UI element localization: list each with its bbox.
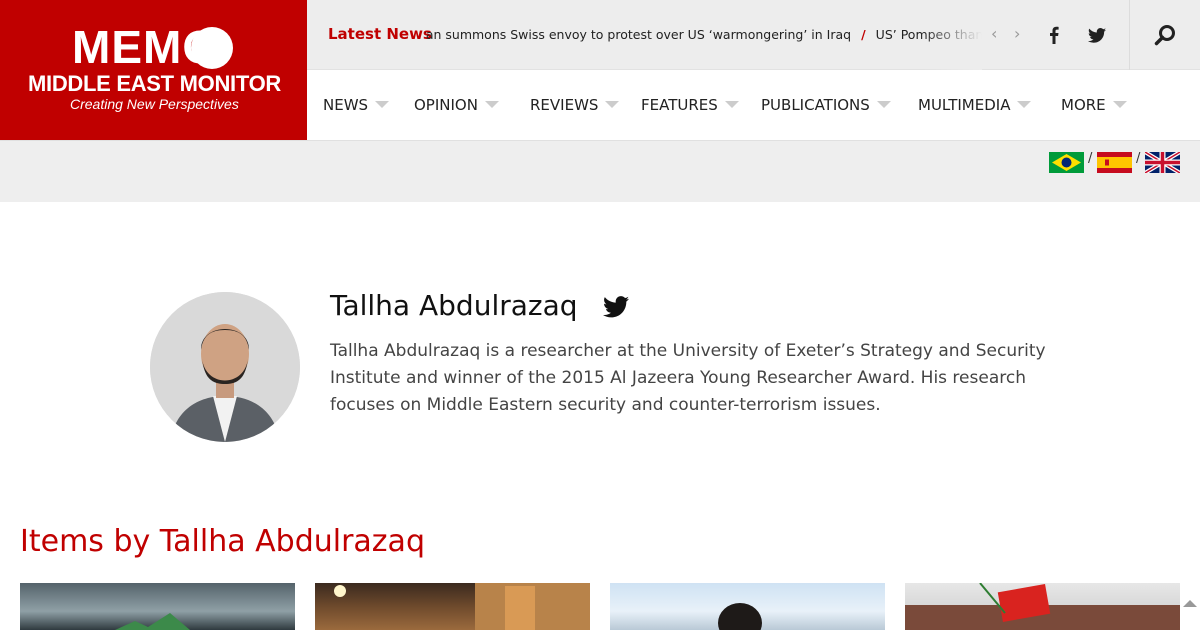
caret-down-icon (876, 101, 891, 108)
nav-item-label: REVIEWS (530, 96, 599, 114)
article-card-image[interactable] (905, 583, 1180, 630)
article-card-image[interactable] (315, 583, 590, 630)
twitter-icon[interactable] (1075, 0, 1118, 70)
ticker-track: Iran summons Swiss envoy to protest over… (425, 27, 982, 42)
caret-down-icon (605, 101, 620, 108)
caret-down-icon (1112, 101, 1127, 108)
ticker-item[interactable]: Iran summons Swiss envoy to protest over… (425, 27, 851, 42)
nav-item-reviews[interactable]: REVIEWS (530, 96, 620, 114)
chevron-right-icon[interactable]: › (1014, 24, 1020, 43)
nav-item-multimedia[interactable]: MULTIMEDIA (918, 96, 1032, 114)
language-bar: / / (0, 140, 1200, 202)
scroll-to-top-icon[interactable] (1183, 600, 1197, 607)
nav-item-label: OPINION (414, 96, 478, 114)
nav-item-publications[interactable]: PUBLICATIONS (761, 96, 891, 114)
logo-dot (191, 27, 233, 69)
search-icon[interactable] (1129, 0, 1200, 70)
nav-item-label: FEATURES (641, 96, 718, 114)
article-card-image[interactable] (610, 583, 885, 630)
news-ticker: Iran summons Swiss envoy to protest over… (425, 0, 982, 70)
main-nav: NEWS OPINION REVIEWS FEATURES PUBLICATIO… (307, 70, 1200, 140)
language-separator: / (1088, 151, 1093, 166)
items-section-title: Items by Tallha Abdulrazaq (20, 524, 425, 559)
logo-site-name: MIDDLE EAST MONITOR (28, 71, 282, 96)
caret-down-icon (484, 101, 499, 108)
caret-down-icon (1017, 101, 1032, 108)
nav-item-label: MULTIMEDIA (918, 96, 1011, 114)
author-name: Tallha Abdulrazaq (330, 289, 578, 322)
brazil-flag-icon[interactable] (1049, 152, 1084, 173)
latest-news-bar: Latest News Iran summons Swiss envoy to … (307, 0, 1200, 70)
nav-item-more[interactable]: MORE (1061, 96, 1127, 114)
nav-item-features[interactable]: FEATURES (641, 96, 739, 114)
twitter-icon[interactable] (603, 296, 629, 322)
latest-news-label: Latest News (328, 25, 432, 43)
caret-down-icon (375, 101, 390, 108)
caret-down-icon (724, 101, 739, 108)
facebook-icon[interactable] (1032, 0, 1075, 70)
nav-item-opinion[interactable]: OPINION (414, 96, 499, 114)
chevron-left-icon[interactable]: ‹ (991, 24, 997, 43)
uk-flag-icon[interactable] (1145, 152, 1180, 173)
spain-flag-icon[interactable] (1097, 152, 1132, 173)
nav-item-label: PUBLICATIONS (761, 96, 870, 114)
page: MEMO MIDDLE EAST MONITOR Creating New Pe… (0, 0, 1200, 630)
nav-item-news[interactable]: NEWS (323, 96, 390, 114)
site-logo[interactable]: MEMO MIDDLE EAST MONITOR Creating New Pe… (0, 0, 307, 140)
article-card-image[interactable] (20, 583, 295, 630)
author-bio: Tallha Abdulrazaq is a researcher at the… (330, 341, 1046, 415)
nav-item-label: MORE (1061, 96, 1106, 114)
logo-tagline: Creating New Perspectives (70, 96, 239, 112)
nav-item-label: NEWS (323, 96, 369, 114)
ticker-separator: / (861, 27, 866, 42)
language-separator: / (1136, 151, 1141, 166)
ticker-fade (922, 0, 982, 70)
author-avatar (150, 292, 300, 442)
